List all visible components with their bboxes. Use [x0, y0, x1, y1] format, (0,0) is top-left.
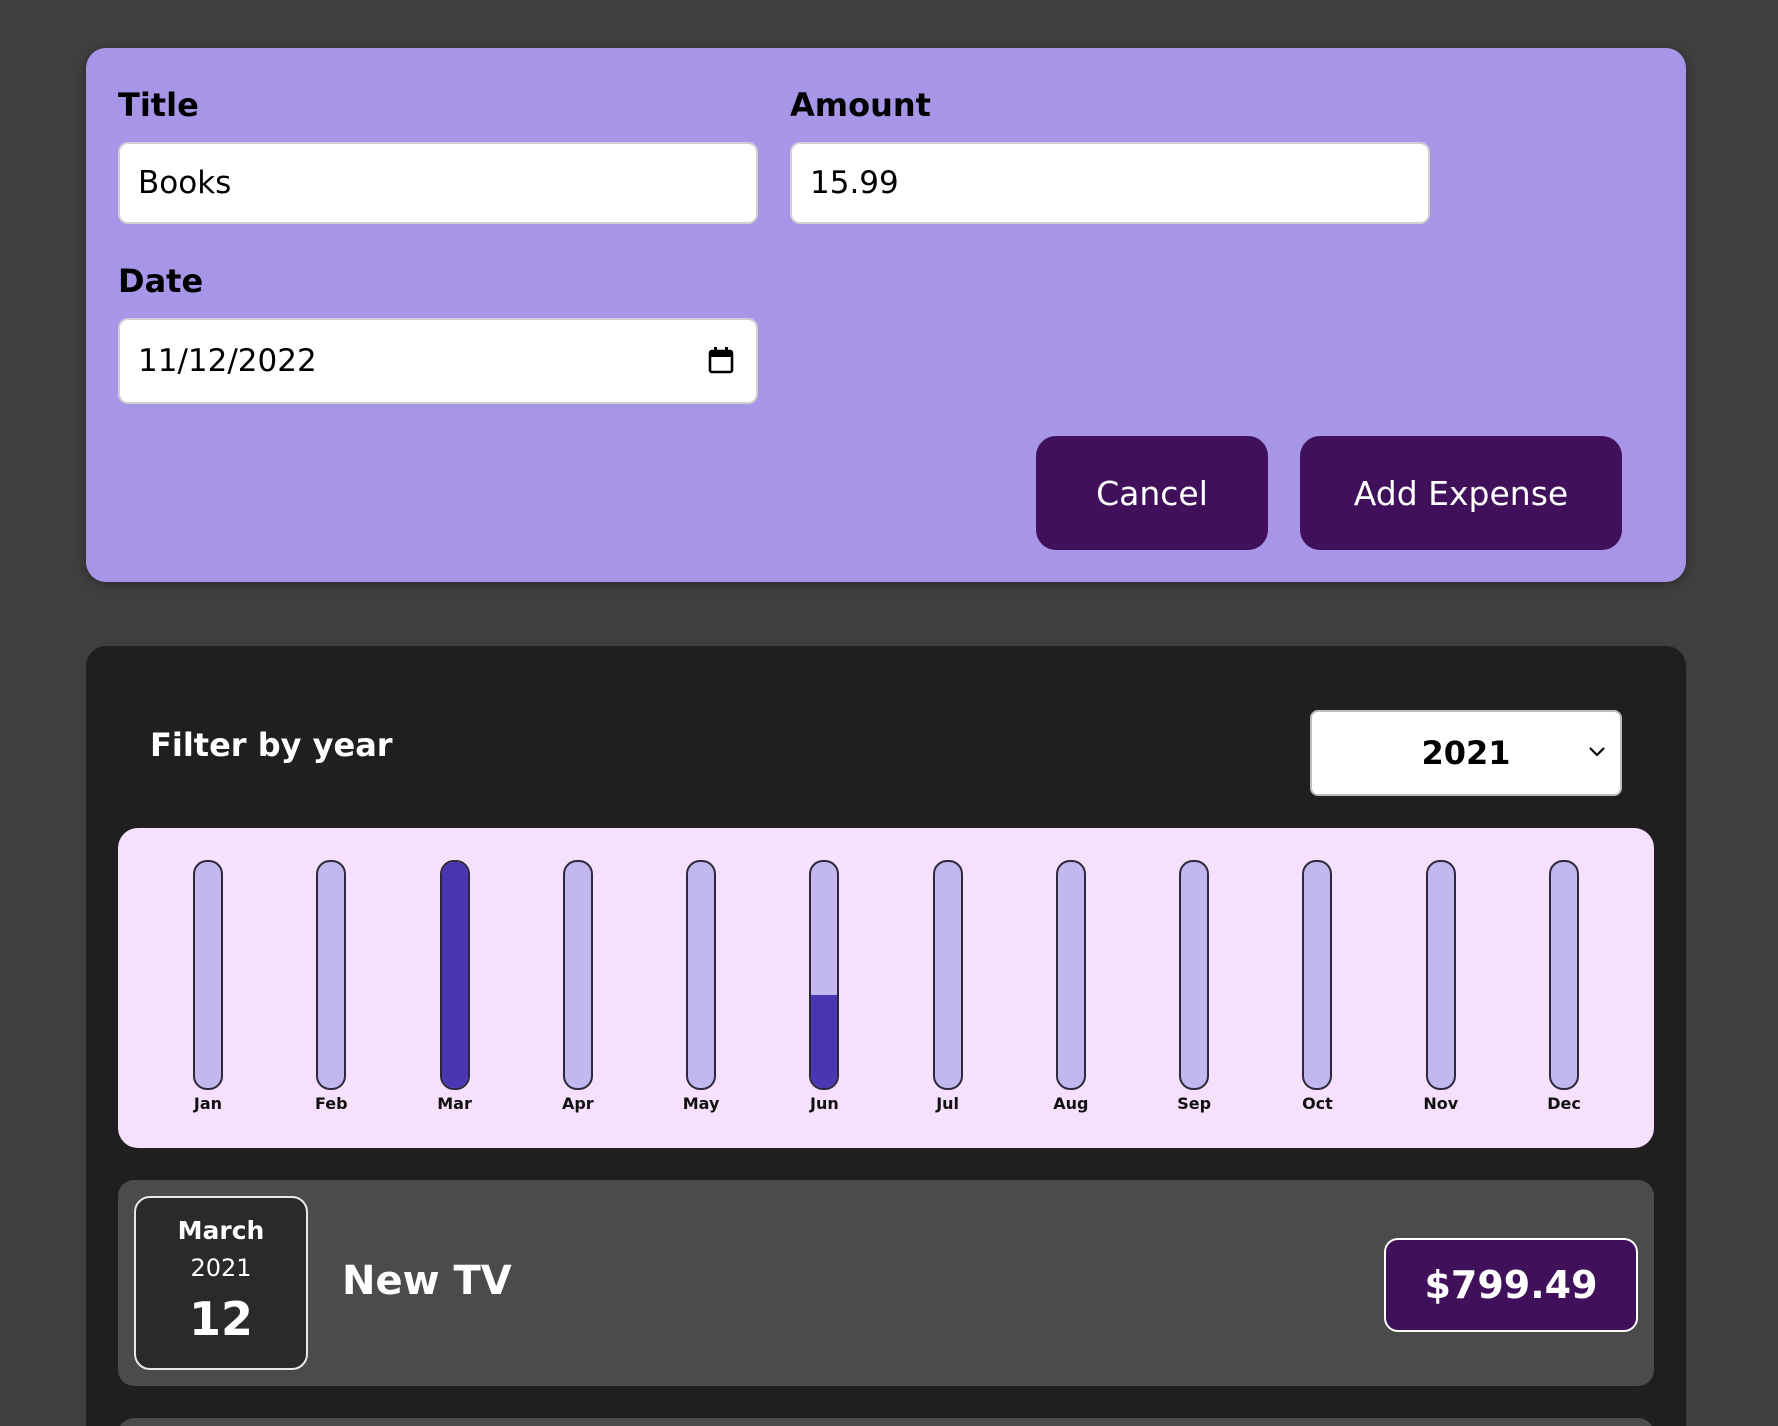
chart-bar-jul [932, 860, 963, 1090]
amount-input[interactable]: 15.99 [790, 142, 1430, 224]
chart-bar-dec [1549, 860, 1579, 1090]
add-expense-button[interactable]: Add Expense [1300, 436, 1622, 550]
chart-bar-label: Nov [1423, 1094, 1459, 1113]
cancel-button[interactable]: Cancel [1036, 436, 1268, 550]
chart-bar-label: Apr [561, 1094, 594, 1113]
expense-price-badge: $799.49 [1384, 1238, 1638, 1332]
chart-bar-track [1302, 860, 1333, 1090]
year-select-value: 2021 [1421, 734, 1511, 772]
chart-bar-may [686, 860, 717, 1090]
date-input[interactable]: 11/12/2022 [118, 318, 758, 404]
chart-bar-label: Jan [193, 1094, 223, 1113]
chart-bar-track [1549, 860, 1579, 1090]
chart-bar-label: Jul [936, 1094, 960, 1113]
chart-bar-track [932, 860, 963, 1090]
chart-bar-sep [1179, 860, 1210, 1090]
chart-bar-track [439, 860, 470, 1090]
expense-item: March 2021 12 New TV $799.49 [118, 1180, 1654, 1386]
calendar-icon[interactable] [708, 346, 734, 374]
date-label: Date [118, 262, 204, 300]
filter-label: Filter by year [150, 726, 393, 764]
chart-bar-nov [1425, 860, 1456, 1090]
expense-date-day: 12 [188, 1292, 253, 1346]
monthly-expenses-chart: Jan Feb Mar Apr May Jun Jul Aug Sep Oct Nov Dec [118, 828, 1654, 1148]
amount-label: Amount [790, 86, 931, 124]
chart-bar-mar [439, 860, 470, 1090]
new-expense-form: Title Books Amount 15.99 Date 11/12/2022… [86, 48, 1686, 582]
expense-date-month: March [177, 1216, 265, 1245]
chevron-down-icon [1589, 747, 1605, 757]
chart-bar-aug [1055, 860, 1086, 1090]
chart-bar-track [193, 860, 223, 1090]
chart-bar-label: Aug [1053, 1094, 1089, 1113]
chart-bar-track [316, 860, 347, 1090]
chart-bar-oct [1302, 860, 1333, 1090]
expense-date-year: 2021 [190, 1254, 252, 1282]
chart-bar-label: Oct [1302, 1094, 1333, 1113]
expense-title: New TV [342, 1258, 512, 1304]
chart-bar-track [1179, 860, 1210, 1090]
title-input[interactable]: Books [118, 142, 758, 224]
chart-bar-feb [316, 860, 347, 1090]
chart-bar-label: May [682, 1094, 720, 1113]
chart-bar-fill [811, 995, 838, 1088]
expense-date: March 2021 12 [134, 1196, 308, 1370]
title-label: Title [118, 86, 199, 124]
chart-bar-track [1425, 860, 1456, 1090]
chart-bar-label: Mar [437, 1094, 472, 1113]
chart-bar-track [686, 860, 717, 1090]
chart-bar-label: Sep [1177, 1094, 1212, 1113]
chart-bar-apr [562, 860, 593, 1090]
chart-bar-jan [193, 860, 223, 1090]
chart-bar-track [562, 860, 593, 1090]
date-value: 11/12/2022 [138, 343, 317, 379]
year-select[interactable]: 2021 [1310, 710, 1622, 796]
chart-bar-track [809, 860, 840, 1090]
expense-item-partial [118, 1418, 1654, 1426]
chart-bar-jun [809, 860, 840, 1090]
chart-bar-fill [441, 862, 468, 1088]
chart-bar-label: Feb [314, 1094, 348, 1113]
chart-bar-label: Dec [1547, 1094, 1581, 1113]
chart-bar-track [1055, 860, 1086, 1090]
expenses-card: Filter by year 2021 Jan Feb Mar Apr May Jun Ju… [86, 646, 1686, 1426]
chart-bar-label: Jun [809, 1094, 839, 1113]
